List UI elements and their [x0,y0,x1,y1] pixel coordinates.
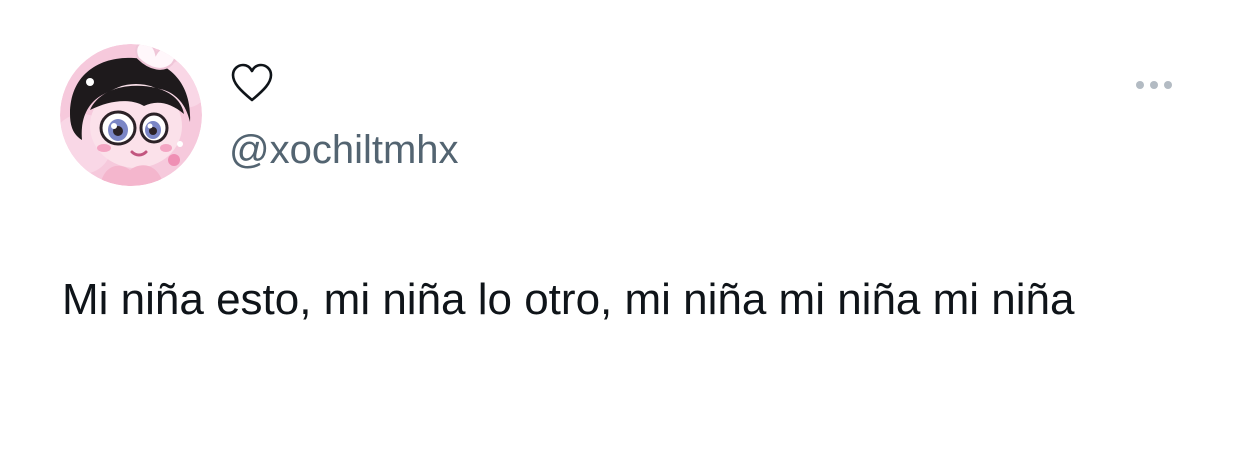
cartoon-girl-avatar-icon [60,44,202,186]
more-horizontal-icon [1136,81,1144,89]
more-options-button[interactable] [1128,70,1180,100]
tweet-card: @xochiltmhx Mi niña esto, mi niña lo otr… [0,0,1242,449]
avatar[interactable] [60,44,202,186]
display-name-heart-icon[interactable] [230,62,274,106]
more-horizontal-icon [1164,81,1172,89]
user-handle[interactable]: @xochiltmhx [229,126,459,174]
tweet-text: Mi niña esto, mi niña lo otro, mi niña m… [62,275,1075,324]
heart-outline-icon [231,63,273,102]
more-horizontal-icon [1150,81,1158,89]
